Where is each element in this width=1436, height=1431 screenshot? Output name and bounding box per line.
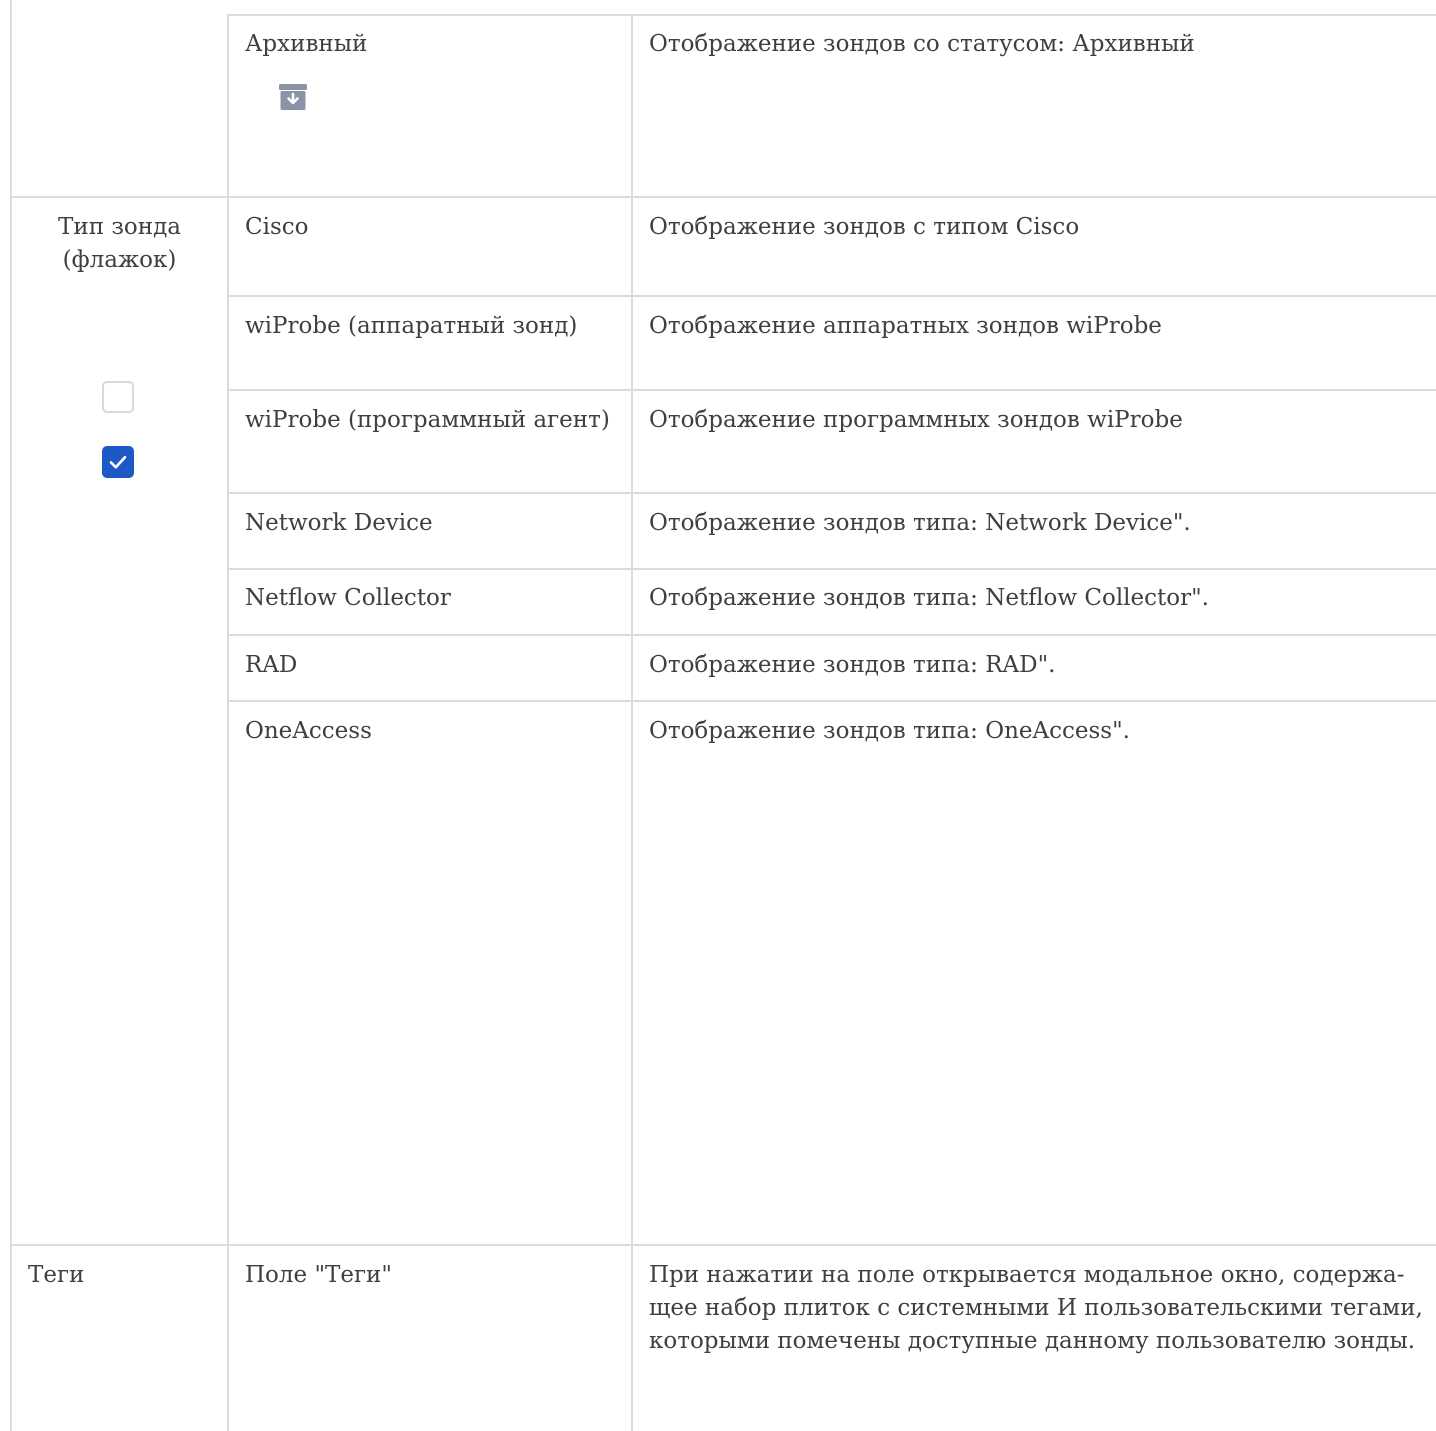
- row-divider-network-device: [227, 568, 1436, 570]
- option-tags-field: Поле "Теги": [245, 1262, 392, 1288]
- probe-type-label: Тип зонда: [58, 214, 181, 240]
- archive-icon: [279, 84, 307, 110]
- row-divider-probe-type: [10, 1244, 1436, 1246]
- checkbox-checked-icon[interactable]: [102, 446, 134, 478]
- option-wiprobe-hardware: wiProbe (аппаратный зонд): [245, 313, 578, 339]
- option-archived: Архивный: [245, 31, 368, 57]
- probe-type-label-hint: (флажок): [62, 247, 177, 273]
- description-tags-line-2: щее набор плиток с системными И пользова…: [649, 1295, 1423, 1321]
- description-network-device: Отображение зондов типа: Network Device"…: [649, 510, 1191, 536]
- description-wiprobe-software: Отображение программных зондов wiProbe: [649, 407, 1183, 433]
- filter-description-table: Архивный Отображение зондов со статусом:…: [0, 0, 1436, 1431]
- description-tags-line-1: При нажатии на поле открывается модально…: [649, 1262, 1405, 1288]
- description-oneaccess: Отображение зондов типа: OneAccess".: [649, 718, 1130, 744]
- description-wiprobe-hardware: Отображение аппаратных зондов wiProbe: [649, 313, 1162, 339]
- description-cisco: Отображение зондов с типом Cisco: [649, 214, 1080, 240]
- option-oneaccess: OneAccess: [245, 718, 372, 744]
- checkmark-icon: [109, 455, 127, 469]
- table-column-divider-1: [227, 14, 229, 1431]
- description-netflow-collector: Отображение зондов типа: Netflow Collect…: [649, 585, 1209, 611]
- tags-label: Теги: [28, 1262, 85, 1288]
- row-divider-rad: [227, 700, 1436, 702]
- checkbox-unchecked-icon[interactable]: [102, 381, 134, 413]
- option-network-device: Network Device: [245, 510, 433, 536]
- row-divider-wiprobe-hw: [227, 389, 1436, 391]
- row-divider-cisco: [227, 295, 1436, 297]
- row-divider-archived: [10, 196, 1436, 198]
- table-top-border: [227, 14, 1436, 16]
- description-tags-line-3: которыми помечены доступные данному поль…: [649, 1328, 1416, 1354]
- table-column-divider-2: [631, 14, 633, 1431]
- description-rad: Отображение зондов типа: RAD".: [649, 652, 1056, 678]
- option-wiprobe-software: wiProbe (программный агент): [245, 407, 610, 433]
- option-cisco: Cisco: [245, 214, 309, 240]
- row-divider-netflow: [227, 634, 1436, 636]
- row-divider-wiprobe-sw: [227, 492, 1436, 494]
- option-netflow-collector: Netflow Collector: [245, 585, 451, 611]
- description-archived: Отображение зондов со статусом: Архивный: [649, 31, 1195, 57]
- option-rad: RAD: [245, 652, 298, 678]
